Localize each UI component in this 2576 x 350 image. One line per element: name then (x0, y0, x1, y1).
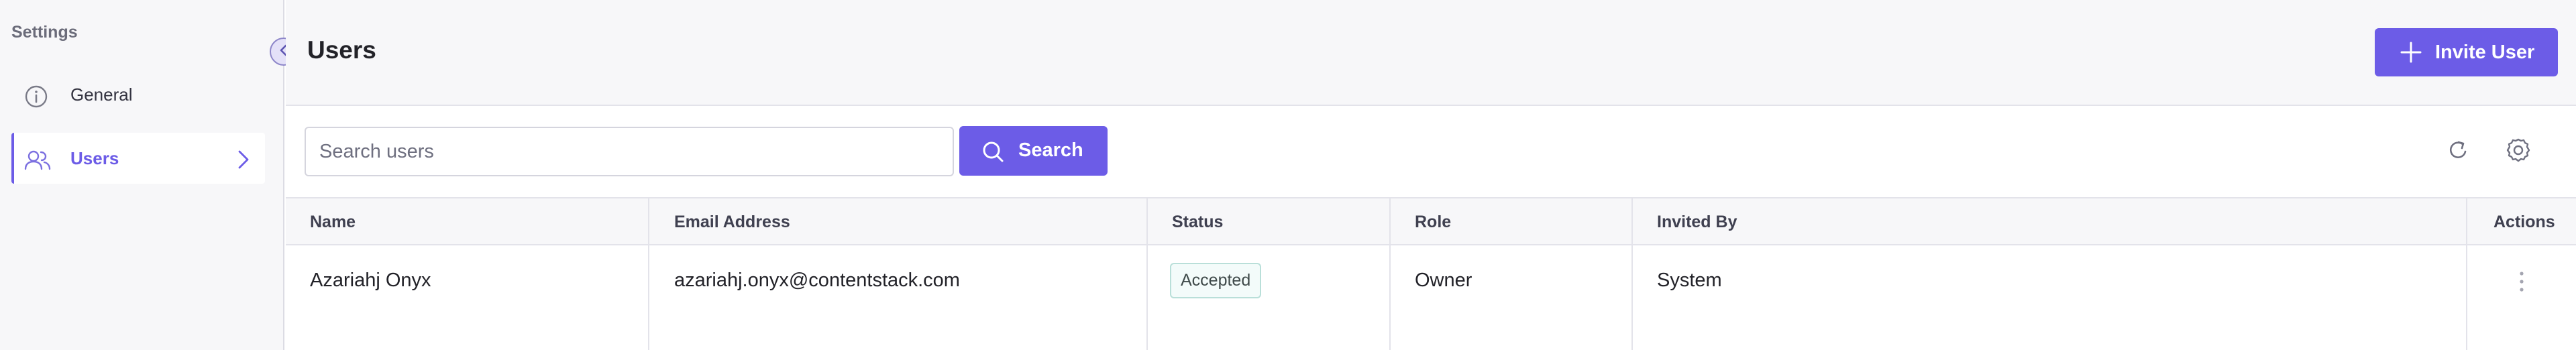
search-input[interactable] (305, 127, 954, 176)
sidebar-title: Settings (11, 23, 78, 42)
user-invited-by: System (1657, 269, 1722, 291)
settings-sidebar: Settings General Users (0, 0, 284, 350)
column-divider (2466, 197, 2467, 350)
search-button-label: Search (1018, 139, 1083, 161)
users-icon (23, 148, 51, 173)
users-settings-page: Settings General Users Users Invite User… (0, 0, 2576, 350)
column-header-invited-by[interactable]: Invited By (1657, 198, 1737, 245)
sidebar-item-label: General (70, 84, 133, 105)
table-header: Name Email Address Status Role Invited B… (286, 197, 2576, 245)
table-row[interactable]: Azariahj Onyx azariahj.onyx@contentstack… (286, 245, 2576, 350)
column-divider (648, 197, 649, 350)
column-header-email[interactable]: Email Address (674, 198, 790, 245)
sidebar-item-users[interactable]: Users (11, 133, 265, 184)
status-badge: Accepted (1170, 262, 1262, 298)
status-cell: Accepted (1170, 245, 1262, 315)
info-icon (23, 84, 49, 109)
user-email: azariahj.onyx@contentstack.com (674, 269, 960, 291)
invite-user-label: Invite User (2435, 41, 2535, 63)
page-title: Users (307, 36, 376, 64)
chevron-right-icon (230, 146, 257, 173)
user-role: Owner (1415, 269, 1472, 291)
invite-user-button[interactable]: Invite User (2375, 28, 2558, 76)
search-icon (981, 139, 1005, 164)
more-actions-icon[interactable] (2514, 268, 2530, 295)
search-button[interactable]: Search (959, 126, 1108, 176)
column-divider (1631, 197, 1633, 350)
gear-icon[interactable] (2504, 135, 2533, 165)
column-header-role[interactable]: Role (1415, 198, 1451, 245)
sidebar-item-label: Users (70, 148, 119, 168)
page-header: Users Invite User (286, 0, 2576, 106)
plus-icon (2399, 40, 2423, 64)
user-name: Azariahj Onyx (310, 269, 431, 291)
column-divider (1389, 197, 1391, 350)
sidebar-item-general[interactable]: General (11, 69, 265, 120)
column-header-name[interactable]: Name (310, 198, 356, 245)
column-header-status[interactable]: Status (1172, 198, 1223, 245)
refresh-icon[interactable] (2443, 135, 2473, 165)
users-table: Name Email Address Status Role Invited B… (286, 197, 2576, 350)
column-header-actions: Actions (2493, 212, 2555, 231)
table-toolbar: Search (286, 107, 2576, 197)
column-divider (1146, 197, 1148, 350)
